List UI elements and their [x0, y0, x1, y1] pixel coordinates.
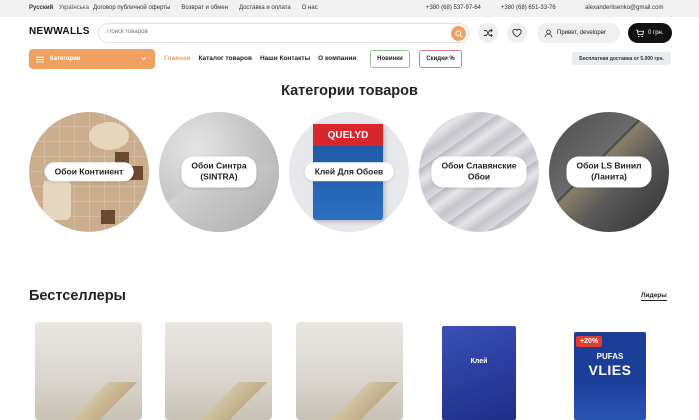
- search-button[interactable]: [451, 26, 466, 41]
- link-offer[interactable]: Договор публичной оферты: [93, 5, 170, 11]
- sale-button[interactable]: Скидки %: [419, 50, 462, 68]
- wishlist-button[interactable]: [507, 23, 527, 43]
- link-delivery[interactable]: Доставка и оплата: [239, 5, 291, 11]
- product-card[interactable]: [165, 322, 272, 420]
- product-card[interactable]: Клей: [426, 322, 533, 420]
- top-links: Договор публичной оферты Возврат и обмен…: [93, 5, 318, 11]
- wallpaper-roll-image: [35, 382, 142, 420]
- category-label: Обои Синтра (SINTRA): [181, 156, 257, 188]
- link-returns[interactable]: Возврат и обмен: [181, 5, 228, 11]
- category-label: Обои Славянские Обои: [431, 156, 527, 188]
- category-sintra[interactable]: Обои Синтра (SINTRA): [159, 112, 279, 232]
- category-ls-vinil[interactable]: Обои LS Винил (Ланита): [549, 112, 669, 232]
- main-nav: Главная Каталог товаров Наши Контакты О …: [164, 55, 356, 62]
- search-bar: [98, 23, 469, 43]
- product-brand: QUELYD: [313, 124, 383, 146]
- tile-decor: [101, 210, 115, 224]
- menu-icon: [36, 56, 44, 62]
- product-brand: PUFAS: [596, 352, 624, 361]
- free-delivery-badge: Бесплатная доставка от 5.000 грн.: [572, 52, 671, 65]
- compare-button[interactable]: [478, 23, 498, 43]
- site-logo[interactable]: NEWWALLS: [29, 26, 90, 37]
- wallpaper-roll-image: [165, 382, 272, 420]
- phone-list: +380 (68) 537-97-64 +380 (68) 651-33-76: [426, 5, 556, 11]
- category-kontinent[interactable]: Обои Континент: [29, 112, 149, 232]
- product-card[interactable]: +20% PUFAS VLIES: [556, 322, 663, 420]
- heart-icon: [512, 28, 522, 38]
- cup-image: [89, 122, 129, 150]
- user-greeting: Привет, developer: [557, 30, 607, 36]
- nav-home[interactable]: Главная: [164, 55, 190, 62]
- user-icon: [544, 29, 553, 37]
- categories-title: Категории товаров: [281, 83, 418, 99]
- cart-icon: [635, 29, 644, 37]
- wallpaper-roll-image: [296, 382, 403, 420]
- category-glue[interactable]: QUELYD Клей Для Обоев: [289, 112, 409, 232]
- search-icon: [454, 29, 463, 38]
- lang-russian[interactable]: Русский: [29, 5, 53, 11]
- promo-badge: +20%: [576, 336, 603, 347]
- search-input[interactable]: [107, 29, 427, 35]
- category-label: Клей Для Обоев: [304, 162, 394, 182]
- cart-total: 0 грн.: [648, 30, 664, 36]
- user-account-button[interactable]: Привет, developer: [537, 23, 620, 43]
- glue-box-image: [442, 326, 516, 420]
- category-slavyanskie[interactable]: Обои Славянские Обои: [419, 112, 539, 232]
- bestsellers-title: Бестселлеры: [29, 288, 126, 304]
- language-switcher: Русский Українська: [29, 5, 89, 11]
- product-card[interactable]: [35, 322, 142, 420]
- product-card[interactable]: [296, 322, 403, 420]
- categories-label: Категории: [50, 56, 81, 62]
- email-link[interactable]: alexanderlisenko@gmail.com: [585, 5, 663, 11]
- phone-1[interactable]: +380 (68) 537-97-64: [426, 5, 481, 11]
- nav-catalog[interactable]: Каталог товаров: [198, 55, 252, 62]
- cart-button[interactable]: 0 грн.: [628, 23, 672, 43]
- phone-2[interactable]: +380 (68) 651-33-76: [501, 5, 556, 11]
- lang-ukrainian[interactable]: Українська: [59, 5, 89, 11]
- glass-image: [43, 180, 71, 220]
- categories-menu-button[interactable]: Категории: [29, 49, 155, 69]
- product-name: VLIES: [588, 362, 632, 378]
- top-bar: Русский Українська Договор публичной офе…: [0, 0, 699, 17]
- link-about[interactable]: О нас: [302, 5, 318, 11]
- leaders-link[interactable]: Лидеры: [641, 292, 667, 301]
- nav-contacts[interactable]: Наши Контакты: [260, 55, 310, 62]
- product-box-text: Клей: [470, 358, 488, 365]
- category-label: Обои Континент: [44, 162, 134, 182]
- nav-company[interactable]: О компании: [318, 55, 356, 62]
- new-arrivals-button[interactable]: Новинки: [370, 50, 410, 68]
- shuffle-icon: [483, 28, 493, 38]
- category-label: Обои LS Винил (Ланита): [566, 156, 652, 188]
- chevron-down-icon: [141, 57, 146, 61]
